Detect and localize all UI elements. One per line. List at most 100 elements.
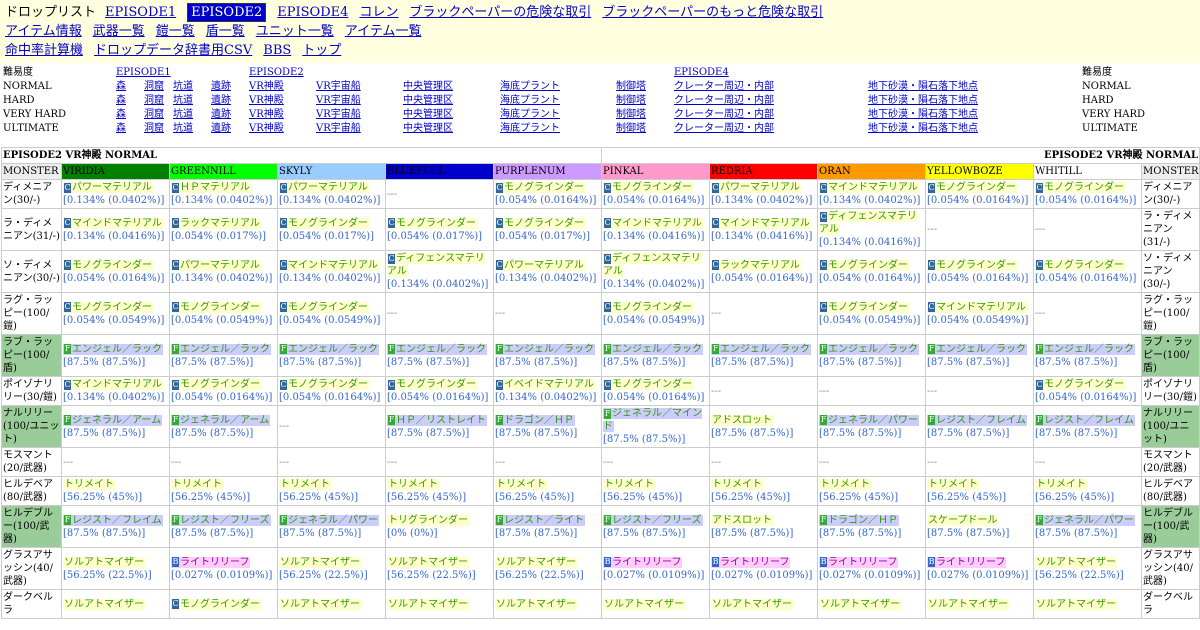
nav-link-1-4[interactable]: ブラックペーパーの危険な取引 [409,5,591,20]
item-link[interactable]: Cラックマテリアル [171,217,261,229]
item-link[interactable]: トリグラインダー [387,514,469,526]
area-link-0-8[interactable]: 制御塔 [616,80,646,94]
item-link[interactable]: Cモノグラインダー [63,259,153,271]
item-link[interactable]: F レジスト／フリーズ [171,514,271,526]
item-link[interactable]: B ライトリリーフ [711,556,791,568]
item-link[interactable]: トリメイト [819,479,872,490]
item-link[interactable]: Cパワーマテリアル [279,182,369,193]
item-link[interactable]: ソルアトマイザー [819,598,902,610]
area-link-1-0[interactable]: 森 [116,94,126,108]
item-link[interactable]: Cパワーマテリアル [63,182,153,193]
item-link[interactable]: トリメイト [279,479,331,490]
item-link[interactable]: Cモノグラインダー [603,301,694,313]
item-link[interactable]: トリメイト [171,479,223,490]
area-link-1-9[interactable]: クレーター周辺・内部 [674,94,774,108]
area-link-2-0[interactable]: 森 [116,108,126,122]
item-link[interactable]: ソルアトマイザー [927,598,1010,610]
item-link[interactable]: F ジェネラル／パワー [279,514,379,526]
item-link[interactable]: トリメイト [1035,479,1088,490]
item-link[interactable]: F ジェネラル／アーム [63,414,163,426]
item-link[interactable]: F ドラゴン／ＨＰ [495,414,575,426]
item-link[interactable]: F ジェネラル／パワー [819,414,920,426]
item-link[interactable]: ソルアトマイザー [387,598,469,610]
area-link-1-6[interactable]: 中央管理区 [403,94,453,108]
area-link-0-1[interactable]: 洞窟 [144,80,164,94]
item-link[interactable]: Cモノグラインダー [495,182,585,193]
nav-link-1-2[interactable]: EPISODE4 [277,5,348,20]
area-link-3-1[interactable]: 洞窟 [144,122,164,136]
item-link[interactable]: B ライトリリーフ [603,556,683,568]
item-link[interactable]: Cモノグラインダー [1035,259,1126,271]
item-link[interactable]: トリメイト [711,479,764,490]
item-link[interactable]: B ライトリリーフ [927,556,1007,568]
ep4-link[interactable]: EPISODE4 [674,66,729,80]
item-link[interactable]: F レジスト／フリーズ [603,514,703,526]
item-link[interactable]: Cラックマテリアル [711,259,801,271]
item-link[interactable]: F エンジェル／ラック [1035,343,1136,355]
nav-link-2-0[interactable]: アイテム情報 [5,24,82,39]
item-link[interactable]: Cモノグラインダー [63,301,153,313]
item-link[interactable]: F ジェネラル／マインド [603,408,703,432]
area-link-2-6[interactable]: 中央管理区 [403,108,453,122]
item-link[interactable]: ソルアトマイザー [63,556,145,568]
nav-link-2-4[interactable]: ユニット一覧 [256,24,334,39]
item-link[interactable]: CＨＰマテリアル [171,182,251,193]
nav-link-1-0[interactable]: EPISODE1 [105,5,176,20]
item-link[interactable]: F エンジェル／ラック [387,343,487,355]
area-link-1-3[interactable]: 遺跡 [211,94,231,108]
nav-link-1-5[interactable]: ブラックペーパーのもっと危険な取引 [602,5,823,20]
item-link[interactable]: ソルアトマイザー [711,598,794,610]
item-link[interactable]: ソルアトマイザー [1035,598,1118,610]
nav-link-1-3[interactable]: コレン [359,5,398,20]
item-link[interactable]: Cマインドマテリアル [603,217,703,229]
item-link[interactable]: F レジスト／フレイム [63,514,163,526]
item-link[interactable]: Cマインドマテリアル [63,217,163,229]
area-link-2-3[interactable]: 遺跡 [211,108,231,122]
item-link[interactable]: アドスロット [711,514,774,526]
area-link-1-10[interactable]: 地下砂漠・隕石落下地点 [868,94,978,108]
item-link[interactable]: Cパワーマテリアル [495,259,585,271]
item-link[interactable]: ソルアトマイザー [387,556,469,568]
item-link[interactable]: トリメイト [63,479,115,490]
area-link-3-7[interactable]: 海底プラント [500,122,560,136]
item-link[interactable]: Cモノグラインダー [1035,182,1126,193]
item-link[interactable]: Cモノグラインダー [603,182,694,193]
item-link[interactable]: トリメイト [927,479,980,490]
area-link-3-5[interactable]: VR宇宙船 [316,122,361,136]
item-link[interactable]: F レジスト／フレイム [927,414,1027,426]
area-link-1-2[interactable]: 坑道 [173,94,193,108]
nav-link-1-1[interactable]: EPISODE2 [187,3,267,22]
area-link-0-6[interactable]: 中央管理区 [403,80,453,94]
area-link-0-9[interactable]: クレーター周辺・内部 [674,80,774,94]
item-link[interactable]: Cモノグラインダー [495,217,585,229]
area-link-2-1[interactable]: 洞窟 [144,108,164,122]
item-link[interactable]: F ドラゴン／ＨＰ [819,514,900,526]
area-link-2-10[interactable]: 地下砂漠・隕石落下地点 [868,108,978,122]
nav-link-2-2[interactable]: 鎧一覧 [156,24,195,39]
item-link[interactable]: B ライトリリーフ [171,556,251,568]
item-link[interactable]: Cモノグラインダー [603,379,694,390]
item-link[interactable]: Cモノグラインダー [927,259,1018,271]
item-link[interactable]: Cモノグラインダー [171,301,261,313]
area-link-2-4[interactable]: VR神殿 [249,108,284,122]
area-link-3-2[interactable]: 坑道 [173,122,193,136]
area-link-0-5[interactable]: VR宇宙船 [316,80,361,94]
item-link[interactable]: Cモノグラインダー [171,598,261,610]
nav-link-2-1[interactable]: 武器一覧 [93,24,145,39]
ep1-link[interactable]: EPISODE1 [116,66,171,80]
item-link[interactable]: Cモノグラインダー [1035,379,1126,390]
area-link-2-7[interactable]: 海底プラント [500,108,560,122]
item-link[interactable]: ソルアトマイザー [63,598,145,610]
item-link[interactable]: F エンジェル／ラック [63,343,163,355]
nav-link-3-1[interactable]: ドロップデータ辞書用CSV [94,43,252,58]
item-link[interactable]: Cマインドマテリアル [63,379,163,390]
item-link[interactable]: Cパワーマテリアル [171,259,261,271]
item-link[interactable]: F エンジェル／ラック [279,343,379,355]
item-link[interactable]: Cモノグラインダー [171,379,261,390]
area-link-1-5[interactable]: VR宇宙船 [316,94,361,108]
item-link[interactable]: B ライトリリーフ [819,556,899,568]
area-link-3-9[interactable]: クレーター周辺・内部 [674,122,774,136]
item-link[interactable]: Cマインドマテリアル [279,259,379,271]
area-link-3-4[interactable]: VR神殿 [249,122,284,136]
item-link[interactable]: F エンジェル／ラック [495,343,595,355]
